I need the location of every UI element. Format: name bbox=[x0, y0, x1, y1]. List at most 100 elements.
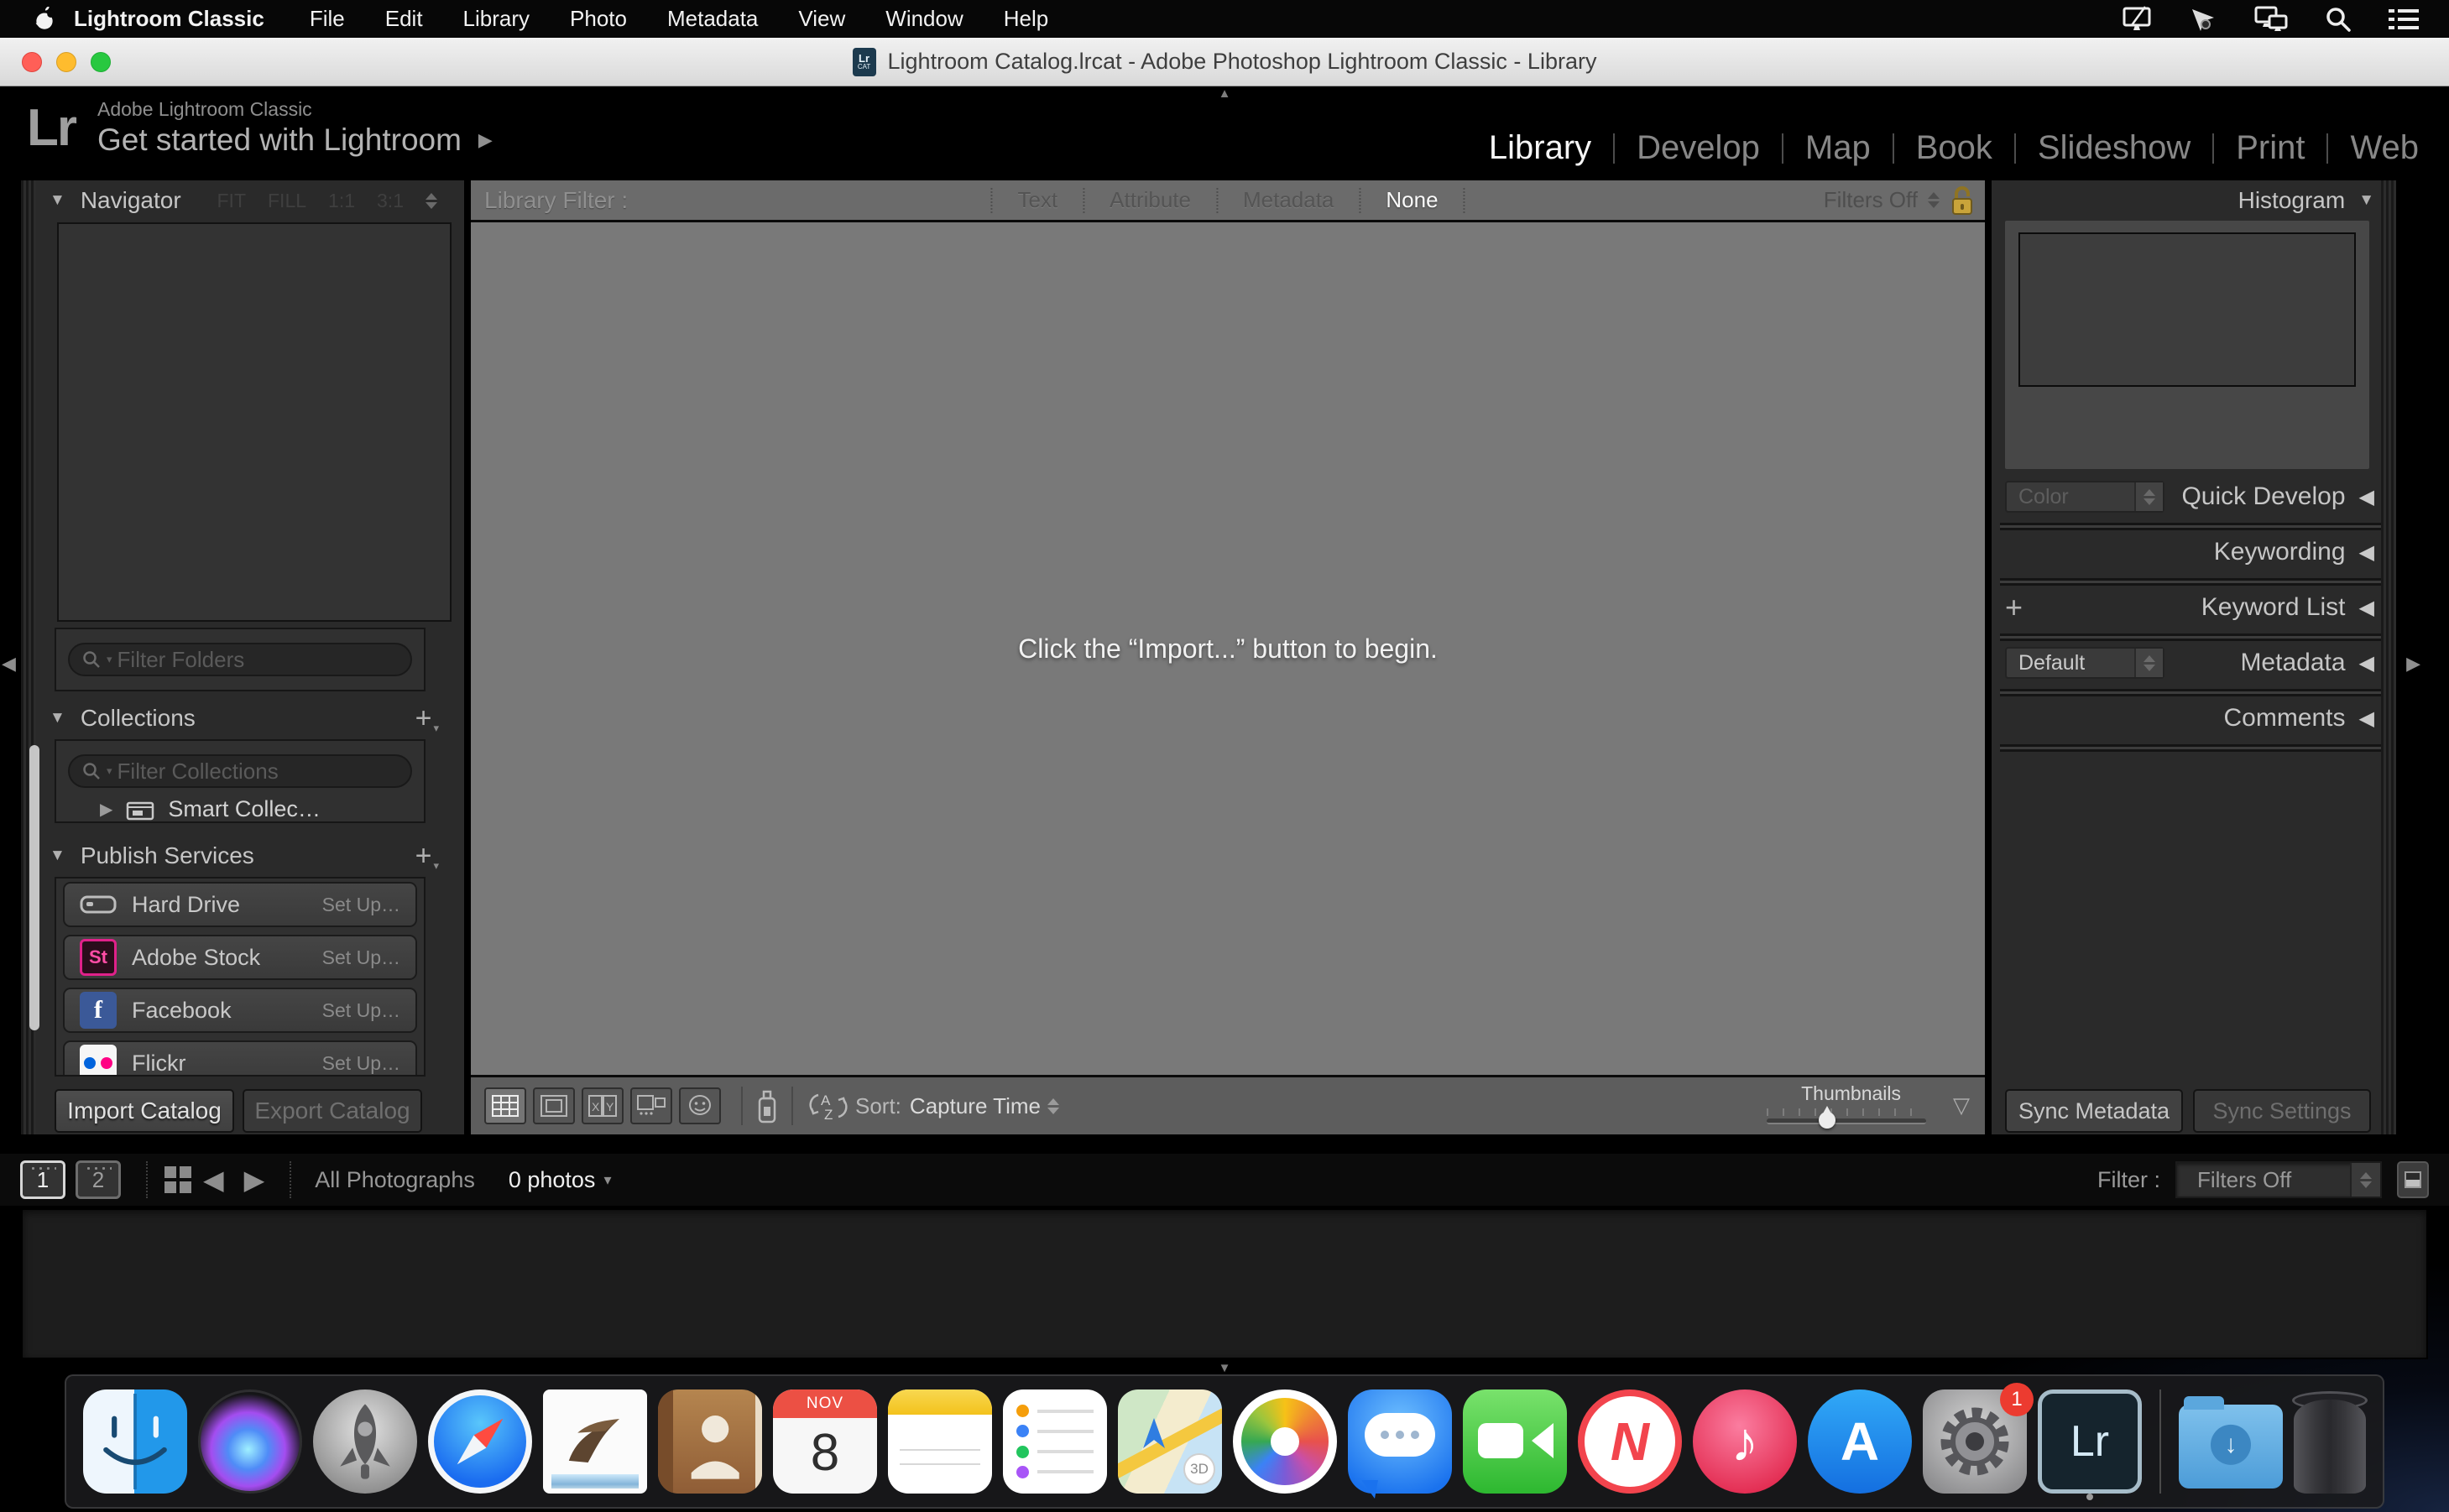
filter-folders-input[interactable] bbox=[117, 647, 399, 673]
dock-lightroom-classic-icon[interactable]: Lr bbox=[2038, 1389, 2142, 1494]
filter-collections-input[interactable] bbox=[117, 759, 399, 785]
publish-service-flickr[interactable]: Flickr Set Up… bbox=[63, 1040, 417, 1077]
painter-spray-can-icon[interactable] bbox=[756, 1088, 778, 1124]
dock-system-preferences-icon[interactable]: 1 bbox=[1923, 1389, 2027, 1494]
menu-list-icon[interactable] bbox=[2389, 8, 2419, 31]
get-started-link[interactable]: Get started with Lightroom ▶ bbox=[97, 123, 493, 158]
toolbar-overflow-arrow[interactable]: ▽ bbox=[1953, 1092, 1970, 1118]
keyword-list-expand-arrow[interactable]: ◀ bbox=[2359, 596, 2374, 620]
dock-safari-icon[interactable] bbox=[428, 1389, 532, 1494]
set-up-link[interactable]: Set Up… bbox=[322, 946, 400, 969]
menu-app-name[interactable]: Lightroom Classic bbox=[74, 6, 264, 32]
export-catalog-button[interactable]: Export Catalog bbox=[243, 1089, 422, 1133]
module-develop[interactable]: Develop bbox=[1633, 129, 1763, 167]
publish-services-disclosure-icon[interactable]: ▼ bbox=[50, 847, 65, 865]
go-back-arrow[interactable]: ◀ bbox=[203, 1164, 224, 1196]
loupe-view-button[interactable] bbox=[533, 1087, 575, 1124]
comments-section[interactable]: Comments ◀ bbox=[2005, 694, 2374, 743]
filter-toggle-button[interactable] bbox=[2397, 1161, 2429, 1198]
module-book[interactable]: Book bbox=[1913, 129, 1996, 167]
compare-view-button[interactable]: XY bbox=[582, 1087, 624, 1124]
publish-service-adobe-stock[interactable]: St Adobe Stock Set Up… bbox=[63, 935, 417, 980]
publish-services-panel-header[interactable]: ▼ Publish Services +▾ bbox=[38, 837, 456, 875]
dock-maps-icon[interactable]: 3D bbox=[1118, 1389, 1222, 1494]
slider-track[interactable] bbox=[1767, 1118, 1926, 1124]
dock-reminders-icon[interactable] bbox=[1003, 1389, 1107, 1494]
dock-facetime-icon[interactable] bbox=[1463, 1389, 1567, 1494]
histogram-panel-header[interactable]: Histogram ▼ bbox=[2238, 180, 2374, 221]
keywording-expand-arrow[interactable]: ◀ bbox=[2359, 540, 2374, 565]
publish-service-facebook[interactable]: f Facebook Set Up… bbox=[63, 988, 417, 1033]
display-icon[interactable] bbox=[2122, 6, 2152, 33]
import-catalog-button[interactable]: Import Catalog bbox=[55, 1089, 234, 1133]
top-panel-collapse-arrow[interactable]: ▲ bbox=[1219, 86, 1231, 101]
module-web[interactable]: Web bbox=[2347, 129, 2422, 167]
publish-service-hard-drive[interactable]: Hard Drive Set Up… bbox=[63, 882, 417, 927]
secondary-monitor-button[interactable]: 2 bbox=[76, 1160, 121, 1199]
collections-panel-header[interactable]: ▼ Collections +▾ bbox=[38, 699, 456, 738]
menu-help[interactable]: Help bbox=[984, 6, 1068, 32]
spotlight-icon[interactable] bbox=[2325, 6, 2352, 33]
sort-spinner[interactable] bbox=[1047, 1098, 1059, 1114]
dock-notes-icon[interactable] bbox=[888, 1389, 992, 1494]
filmstrip-source-label[interactable]: All Photographs bbox=[315, 1167, 475, 1193]
collections-disclosure-icon[interactable]: ▼ bbox=[50, 709, 65, 727]
menu-view[interactable]: View bbox=[778, 6, 865, 32]
left-panel-scrollbar[interactable] bbox=[29, 745, 39, 1030]
grid-view-shortcut-icon[interactable] bbox=[163, 1165, 193, 1195]
metadata-preset-dropdown[interactable]: Default bbox=[2005, 647, 2164, 679]
filter-collections-field[interactable]: ▾ bbox=[68, 754, 412, 788]
add-publish-service-button[interactable]: +▾ bbox=[415, 840, 439, 873]
sort-value-dropdown[interactable]: Capture Time bbox=[910, 1093, 1059, 1119]
primary-monitor-button[interactable]: 1 bbox=[20, 1160, 65, 1199]
close-window-button[interactable] bbox=[22, 52, 42, 72]
navigator-zoom-3-1[interactable]: 3:1 bbox=[377, 190, 404, 212]
filter-tab-text[interactable]: Text bbox=[992, 187, 1083, 213]
menu-photo[interactable]: Photo bbox=[550, 6, 647, 32]
zoom-window-button[interactable] bbox=[91, 52, 111, 72]
search-options-caret-icon[interactable]: ▾ bbox=[107, 764, 112, 778]
navigator-disclosure-icon[interactable]: ▼ bbox=[50, 191, 65, 210]
thumbnail-size-slider[interactable] bbox=[1767, 1108, 1926, 1130]
comments-expand-arrow[interactable]: ◀ bbox=[2359, 706, 2374, 731]
filter-tab-attribute[interactable]: Attribute bbox=[1084, 187, 1216, 213]
menu-edit[interactable]: Edit bbox=[365, 6, 443, 32]
slider-thumb[interactable] bbox=[1819, 1112, 1835, 1129]
module-slideshow[interactable]: Slideshow bbox=[2034, 129, 2194, 167]
filter-tab-metadata[interactable]: Metadata bbox=[1218, 187, 1359, 213]
set-up-link[interactable]: Set Up… bbox=[322, 999, 400, 1022]
keywording-section[interactable]: Keywording ◀ bbox=[2005, 528, 2374, 576]
expand-icon[interactable]: ▶ bbox=[100, 799, 112, 820]
add-collection-button[interactable]: +▾ bbox=[415, 702, 439, 735]
sync-metadata-button[interactable]: Sync Metadata bbox=[2005, 1089, 2183, 1133]
people-view-button[interactable] bbox=[679, 1087, 721, 1124]
module-map[interactable]: Map bbox=[1802, 129, 1874, 167]
left-panel-collapse-arrow[interactable]: ◀ bbox=[2, 653, 16, 675]
dock-launchpad-icon[interactable] bbox=[313, 1389, 417, 1494]
module-library[interactable]: Library bbox=[1486, 129, 1595, 167]
keyword-list-section[interactable]: + Keyword List ◀ bbox=[2005, 583, 2374, 632]
sync-settings-button[interactable]: Sync Settings bbox=[2193, 1089, 2371, 1133]
dock-messages-icon[interactable] bbox=[1348, 1389, 1452, 1494]
navigator-zoom-1-1[interactable]: 1:1 bbox=[328, 190, 355, 212]
navigator-zoom-spinner[interactable] bbox=[426, 193, 437, 209]
unlocked-padlock-icon[interactable] bbox=[1950, 185, 1975, 216]
dock-music-icon[interactable]: ♪ bbox=[1693, 1389, 1797, 1494]
navigator-panel-header[interactable]: ▼ Navigator FIT FILL 1:1 3:1 bbox=[38, 180, 457, 221]
dock-app-store-icon[interactable]: A bbox=[1808, 1389, 1912, 1494]
dock-trash-icon[interactable] bbox=[2294, 1389, 2366, 1494]
metadata-section[interactable]: Default Metadata ◀ bbox=[2005, 639, 2374, 687]
histogram-disclosure-icon[interactable]: ▼ bbox=[2358, 191, 2374, 210]
set-up-link[interactable]: Set Up… bbox=[322, 894, 400, 916]
dock-mail-icon[interactable] bbox=[543, 1389, 647, 1494]
dock-calendar-icon[interactable]: NOV 8 bbox=[773, 1389, 877, 1494]
filmstrip-filter-dropdown[interactable]: Filters Off bbox=[2175, 1161, 2382, 1198]
navigator-zoom-fit[interactable]: FIT bbox=[217, 190, 247, 212]
grid-view-button[interactable] bbox=[484, 1087, 526, 1124]
pointer-app-icon[interactable] bbox=[2189, 6, 2217, 33]
go-forward-arrow[interactable]: ▶ bbox=[244, 1164, 265, 1196]
dock-news-icon[interactable]: N bbox=[1578, 1389, 1682, 1494]
filter-preset-spinner[interactable] bbox=[1928, 192, 1940, 208]
filmstrip-collapse-arrow[interactable]: ▼ bbox=[1219, 1361, 1231, 1375]
photo-count-dropdown[interactable]: 0 photos ▾ bbox=[509, 1167, 612, 1193]
